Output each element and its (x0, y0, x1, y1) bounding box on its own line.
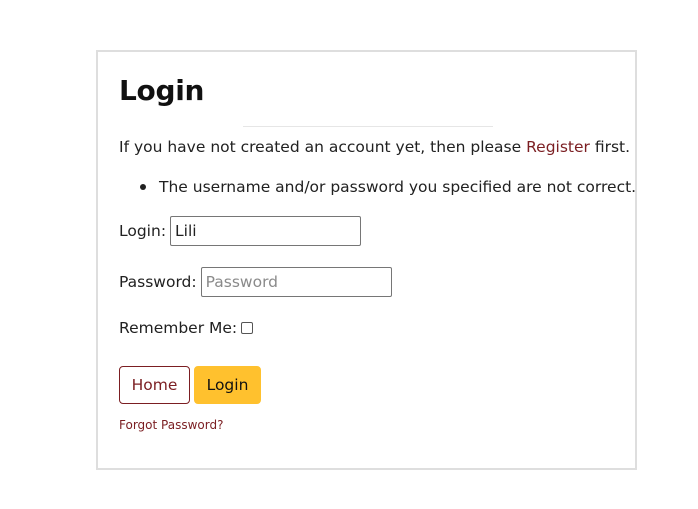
page-title: Login (119, 74, 205, 107)
forgot-password-link[interactable]: Forgot Password? (119, 418, 223, 432)
register-prompt: If you have not created an account yet, … (119, 138, 630, 156)
login-button[interactable]: Login (194, 366, 261, 404)
home-button[interactable]: Home (119, 366, 190, 404)
bullet-icon (140, 184, 146, 190)
register-link[interactable]: Register (526, 138, 590, 156)
remember-row: Remember Me: (119, 319, 254, 337)
login-input[interactable] (170, 216, 362, 246)
title-divider (243, 126, 493, 127)
password-row: Password: (119, 267, 392, 297)
password-label: Password: (119, 273, 197, 291)
login-label: Login: (119, 222, 167, 240)
remember-label: Remember Me: (119, 319, 238, 337)
register-prompt-before: If you have not created an account yet, … (119, 138, 527, 156)
password-input[interactable] (200, 267, 392, 297)
register-prompt-after: first. (589, 138, 631, 156)
login-row: Login: (119, 216, 362, 246)
error-message-text: The username and/or password you specifi… (159, 178, 637, 196)
error-message: The username and/or password you specifi… (140, 178, 636, 196)
error-list: The username and/or password you specifi… (140, 178, 636, 196)
remember-me-checkbox[interactable] (241, 322, 254, 334)
login-card: Login If you have not created an account… (96, 50, 637, 470)
